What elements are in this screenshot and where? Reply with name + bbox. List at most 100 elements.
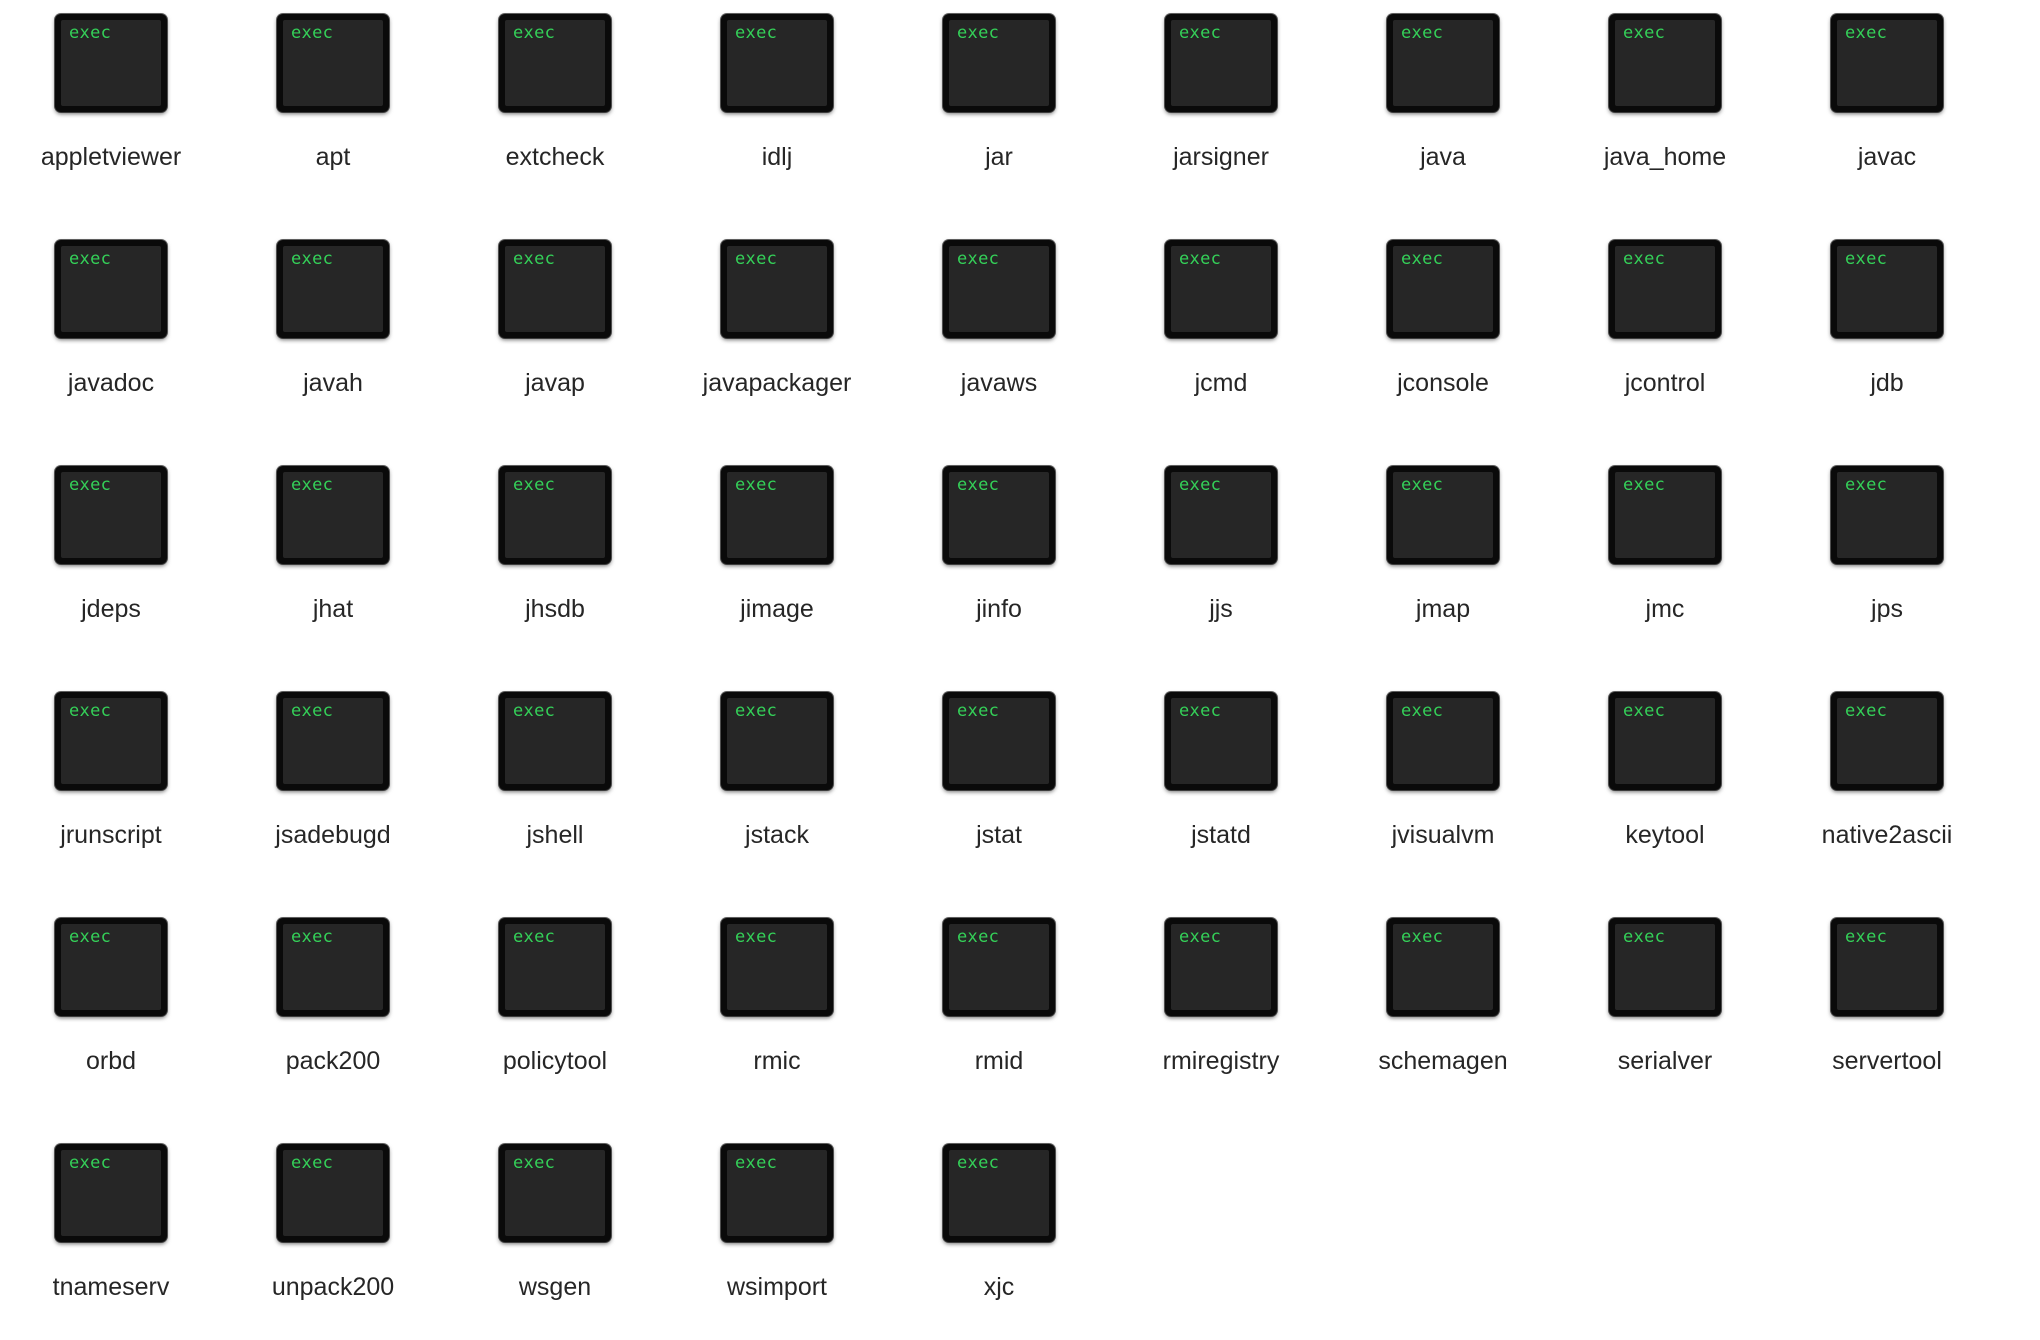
file-item[interactable]: exec jstat [888,678,1110,888]
terminal-exec-icon[interactable]: exec [943,466,1055,564]
file-item[interactable]: exec tnameserv [0,1130,222,1340]
file-name-label[interactable]: javac [1776,142,1998,172]
file-name-label[interactable]: jconsole [1332,368,1554,398]
terminal-exec-icon[interactable]: exec [1165,692,1277,790]
file-name-label[interactable]: java [1332,142,1554,172]
file-name-label[interactable]: jdb [1776,368,1998,398]
file-item[interactable]: exec jdb [1776,226,1998,436]
terminal-exec-icon[interactable]: exec [1609,918,1721,1016]
terminal-exec-icon[interactable]: exec [1831,466,1943,564]
terminal-exec-icon[interactable]: exec [1609,466,1721,564]
terminal-exec-icon[interactable]: exec [499,14,611,112]
file-item[interactable]: exec jmap [1332,452,1554,662]
file-name-label[interactable]: javapackager [666,368,888,398]
terminal-exec-icon[interactable]: exec [1831,14,1943,112]
file-name-label[interactable]: jhsdb [444,594,666,624]
file-item[interactable]: exec jps [1776,452,1998,662]
terminal-exec-icon[interactable]: exec [1387,692,1499,790]
file-name-label[interactable]: jdeps [0,594,222,624]
file-name-label[interactable]: jimage [666,594,888,624]
file-name-label[interactable]: jcontrol [1554,368,1776,398]
file-name-label[interactable]: pack200 [222,1046,444,1076]
terminal-exec-icon[interactable]: exec [1165,240,1277,338]
file-item[interactable]: exec wsgen [444,1130,666,1340]
file-name-label[interactable]: rmiregistry [1110,1046,1332,1076]
terminal-exec-icon[interactable]: exec [499,240,611,338]
terminal-exec-icon[interactable]: exec [499,466,611,564]
file-name-label[interactable]: jps [1776,594,1998,624]
terminal-exec-icon[interactable]: exec [1831,692,1943,790]
terminal-exec-icon[interactable]: exec [721,1144,833,1242]
file-name-label[interactable]: jstat [888,820,1110,850]
terminal-exec-icon[interactable]: exec [55,14,167,112]
terminal-exec-icon[interactable]: exec [943,692,1055,790]
file-name-label[interactable]: wsimport [666,1272,888,1302]
terminal-exec-icon[interactable]: exec [277,1144,389,1242]
file-item[interactable]: exec jsadebugd [222,678,444,888]
file-name-label[interactable]: idlj [666,142,888,172]
file-name-label[interactable]: rmid [888,1046,1110,1076]
file-item[interactable]: exec jarsigner [1110,0,1332,210]
file-name-label[interactable]: jshell [444,820,666,850]
file-item[interactable]: exec java [1332,0,1554,210]
file-item[interactable]: exec serialver [1554,904,1776,1114]
terminal-exec-icon[interactable]: exec [1387,918,1499,1016]
file-item[interactable]: exec schemagen [1332,904,1554,1114]
file-name-label[interactable]: jarsigner [1110,142,1332,172]
file-name-label[interactable]: extcheck [444,142,666,172]
terminal-exec-icon[interactable]: exec [1165,14,1277,112]
file-item[interactable]: exec javaws [888,226,1110,436]
terminal-exec-icon[interactable]: exec [1387,466,1499,564]
file-item[interactable]: exec extcheck [444,0,666,210]
terminal-exec-icon[interactable]: exec [1609,14,1721,112]
file-item[interactable]: exec unpack200 [222,1130,444,1340]
file-name-label[interactable]: apt [222,142,444,172]
file-item[interactable]: exec jinfo [888,452,1110,662]
file-item[interactable]: exec xjc [888,1130,1110,1340]
file-item[interactable]: exec keytool [1554,678,1776,888]
file-name-label[interactable]: rmic [666,1046,888,1076]
terminal-exec-icon[interactable]: exec [721,14,833,112]
file-name-label[interactable]: orbd [0,1046,222,1076]
file-item[interactable]: exec jstatd [1110,678,1332,888]
file-item[interactable]: exec javap [444,226,666,436]
file-name-label[interactable]: policytool [444,1046,666,1076]
terminal-exec-icon[interactable]: exec [943,1144,1055,1242]
file-name-label[interactable]: jcmd [1110,368,1332,398]
file-item[interactable]: exec javapackager [666,226,888,436]
file-item[interactable]: exec jcontrol [1554,226,1776,436]
file-name-label[interactable]: unpack200 [222,1272,444,1302]
terminal-exec-icon[interactable]: exec [943,240,1055,338]
file-name-label[interactable]: servertool [1776,1046,1998,1076]
terminal-exec-icon[interactable]: exec [499,918,611,1016]
file-item[interactable]: exec jimage [666,452,888,662]
file-item[interactable]: exec pack200 [222,904,444,1114]
file-name-label[interactable]: wsgen [444,1272,666,1302]
file-item[interactable]: exec jcmd [1110,226,1332,436]
file-name-label[interactable]: native2ascii [1776,820,1998,850]
file-item[interactable]: exec wsimport [666,1130,888,1340]
file-item[interactable]: exec jvisualvm [1332,678,1554,888]
file-name-label[interactable]: jmc [1554,594,1776,624]
file-item[interactable]: exec native2ascii [1776,678,1998,888]
terminal-exec-icon[interactable]: exec [277,240,389,338]
file-item[interactable]: exec rmiregistry [1110,904,1332,1114]
file-item[interactable]: exec servertool [1776,904,1998,1114]
file-name-label[interactable]: jvisualvm [1332,820,1554,850]
terminal-exec-icon[interactable]: exec [55,1144,167,1242]
terminal-exec-icon[interactable]: exec [1609,240,1721,338]
file-name-label[interactable]: keytool [1554,820,1776,850]
file-name-label[interactable]: jmap [1332,594,1554,624]
file-item[interactable]: exec policytool [444,904,666,1114]
terminal-exec-icon[interactable]: exec [1609,692,1721,790]
file-item[interactable]: exec java_home [1554,0,1776,210]
file-item[interactable]: exec jrunscript [0,678,222,888]
file-name-label[interactable]: jinfo [888,594,1110,624]
terminal-exec-icon[interactable]: exec [499,692,611,790]
file-item[interactable]: exec jconsole [1332,226,1554,436]
terminal-exec-icon[interactable]: exec [943,918,1055,1016]
file-item[interactable]: exec rmic [666,904,888,1114]
file-name-label[interactable]: javadoc [0,368,222,398]
file-name-label[interactable]: jstack [666,820,888,850]
file-name-label[interactable]: jrunscript [0,820,222,850]
